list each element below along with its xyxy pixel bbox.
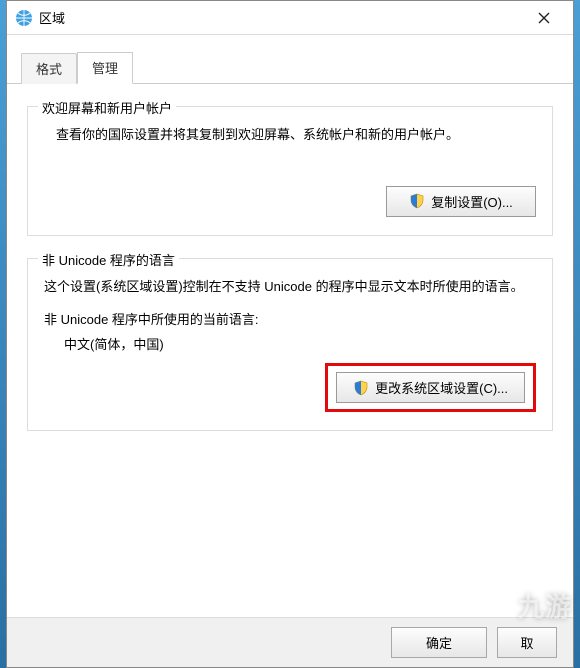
dialog-footer: 确定 取 bbox=[7, 617, 573, 667]
close-button[interactable] bbox=[523, 4, 565, 32]
ok-button[interactable]: 确定 bbox=[391, 627, 487, 658]
tab-format[interactable]: 格式 bbox=[21, 53, 77, 84]
tab-row: 格式 管理 bbox=[7, 35, 573, 84]
copy-settings-label: 复制设置(O)... bbox=[431, 192, 513, 211]
copy-settings-button[interactable]: 复制设置(O)... bbox=[386, 186, 536, 217]
region-dialog: 区域 格式 管理 欢迎屏幕和新用户帐户 查看你的国际设置并将其复制到欢迎屏幕、系… bbox=[6, 0, 574, 668]
change-locale-button[interactable]: 更改系统区域设置(C)... bbox=[336, 372, 525, 403]
group-welcome-desc: 查看你的国际设置并将其复制到欢迎屏幕、系统帐户和新的用户帐户。 bbox=[56, 123, 536, 148]
window-title: 区域 bbox=[39, 8, 65, 27]
cancel-button[interactable]: 取 bbox=[497, 627, 557, 658]
group-non-unicode: 非 Unicode 程序的语言 这个设置(系统区域设置)控制在不支持 Unico… bbox=[27, 258, 553, 432]
current-language-value: 中文(简体，中国) bbox=[64, 334, 536, 353]
change-locale-label: 更改系统区域设置(C)... bbox=[375, 378, 508, 397]
current-language-label: 非 Unicode 程序中所使用的当前语言: bbox=[44, 309, 536, 328]
close-icon bbox=[538, 12, 550, 24]
group-non-unicode-legend: 非 Unicode 程序的语言 bbox=[38, 250, 179, 269]
titlebar[interactable]: 区域 bbox=[7, 1, 573, 35]
shield-icon bbox=[353, 380, 369, 396]
tab-admin[interactable]: 管理 bbox=[77, 52, 133, 84]
highlight-rectangle: 更改系统区域设置(C)... bbox=[325, 363, 536, 412]
group-welcome-screen: 欢迎屏幕和新用户帐户 查看你的国际设置并将其复制到欢迎屏幕、系统帐户和新的用户帐… bbox=[27, 106, 553, 236]
group-non-unicode-desc: 这个设置(系统区域设置)控制在不支持 Unicode 的程序中显示文本时所使用的… bbox=[44, 275, 536, 300]
globe-icon bbox=[15, 9, 33, 27]
group-welcome-legend: 欢迎屏幕和新用户帐户 bbox=[38, 98, 176, 117]
content-area: 欢迎屏幕和新用户帐户 查看你的国际设置并将其复制到欢迎屏幕、系统帐户和新的用户帐… bbox=[7, 84, 573, 445]
shield-icon bbox=[409, 193, 425, 209]
